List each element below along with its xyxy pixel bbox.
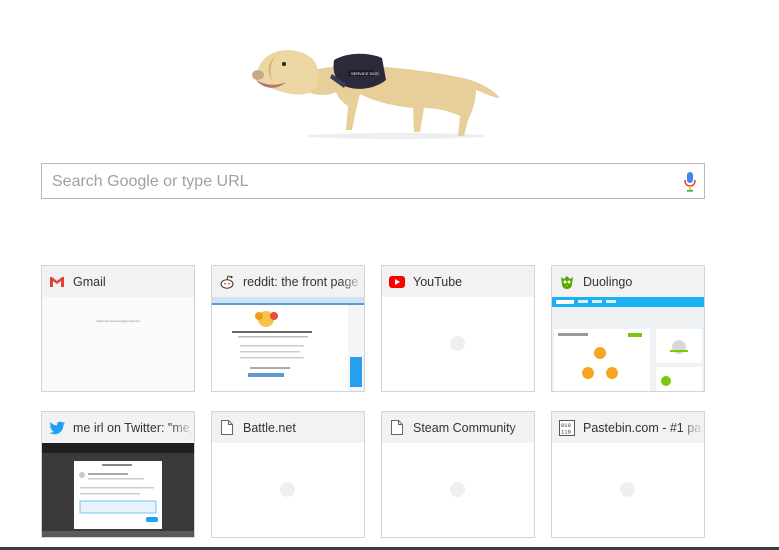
page-icon: [389, 420, 405, 436]
page-icon: [219, 420, 235, 436]
tile-title: Gmail: [73, 274, 106, 289]
thumbnail-text: reddit.com/someone@gmail.com: [96, 319, 140, 323]
youtube-icon: [389, 274, 405, 290]
tile-title: reddit: the front page of the internet: [243, 274, 364, 289]
most-visited-tile-steam-community[interactable]: Steam Community: [381, 411, 535, 538]
tile-title: Duolingo: [583, 274, 633, 289]
most-visited-tile-youtube[interactable]: YouTube: [381, 265, 535, 392]
tile-title: me irl on Twitter: "me_irl": [73, 420, 194, 435]
doodle-dog-logo[interactable]: SERVICE DOG: [248, 40, 510, 140]
tile-title: Battle.net: [243, 420, 296, 435]
most-visited-tile-battlenet[interactable]: Battle.net: [211, 411, 365, 538]
microphone-icon[interactable]: [682, 171, 698, 193]
loading-placeholder: [450, 336, 465, 351]
loading-placeholder: [620, 482, 635, 497]
tile-thumbnail: [382, 297, 534, 391]
tile-title: YouTube: [413, 274, 463, 289]
tile-header: Steam Community: [382, 412, 534, 443]
loading-placeholder: [280, 482, 295, 497]
most-visited-tile-gmail[interactable]: Gmail reddit.com/someone@gmail.com: [41, 265, 195, 392]
loading-placeholder: [450, 482, 465, 497]
search-box[interactable]: [41, 163, 705, 200]
tile-thumbnail: [552, 297, 704, 391]
tile-thumbnail: [212, 443, 364, 537]
tile-header: Battle.net: [212, 412, 364, 443]
gmail-icon: [49, 274, 65, 290]
duolingo-icon: [559, 274, 575, 290]
most-visited-tile-twitter[interactable]: me irl on Twitter: "me_irl": [41, 411, 195, 538]
most-visited-tile-duolingo[interactable]: Duolingo: [551, 265, 705, 392]
search-input[interactable]: [50, 164, 674, 200]
tile-title: Steam Community: [413, 420, 516, 435]
tile-thumbnail: reddit.com/someone@gmail.com: [42, 297, 194, 391]
svg-text:SERVICE DOG: SERVICE DOG: [351, 71, 379, 76]
tile-header: Duolingo: [552, 266, 704, 297]
tile-header: me irl on Twitter: "me_irl": [42, 412, 194, 443]
most-visited-tile-reddit[interactable]: reddit: the front page of the internet: [211, 265, 365, 392]
reddit-icon: [219, 274, 235, 290]
tile-thumbnail: [42, 443, 194, 537]
tile-header: 010 110 Pastebin.com - #1 paste tool sin…: [552, 412, 704, 443]
twitter-icon: [49, 420, 65, 436]
tile-header: Gmail: [42, 266, 194, 297]
pastebin-icon: 010 110: [559, 419, 575, 436]
tile-header: YouTube: [382, 266, 534, 297]
tile-thumbnail: [382, 443, 534, 537]
tile-thumbnail: [552, 443, 704, 537]
tile-thumbnail: [212, 297, 364, 391]
svg-text:110: 110: [561, 428, 571, 435]
most-visited-tile-pastebin[interactable]: 010 110 Pastebin.com - #1 paste tool sin…: [551, 411, 705, 538]
tile-title: Pastebin.com - #1 paste tool since 2002!: [583, 420, 704, 435]
tile-header: reddit: the front page of the internet: [212, 266, 364, 297]
